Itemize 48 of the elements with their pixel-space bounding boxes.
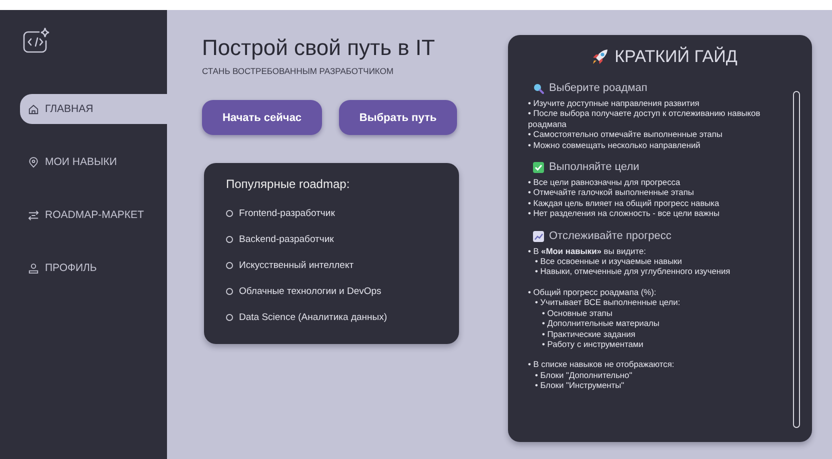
guide-text: • Все цели равнозначны для прогресса (528, 177, 682, 188)
location-pin-icon (28, 156, 39, 168)
action-button[interactable]: Выбрать путь (339, 100, 457, 135)
guide-text: • Блоки "Инструменты" (535, 380, 626, 391)
guide-text: • Нет разделения на сложность - все цели важны (528, 208, 721, 219)
card-title: Популярные roadmap: (226, 177, 351, 191)
guide-text: • Дополнительные материалы (542, 318, 660, 328)
guide-text: • В «Мои навыки» вы видите: (528, 246, 647, 256)
guide-text: • Отмечайте галочкой выполненные этапы (528, 187, 695, 198)
guide-text: • Практические задания (542, 328, 636, 339)
action-button[interactable]: Начать сейчас (202, 100, 322, 135)
roadmap-link[interactable]: Облачные технологии и DevOps (226, 278, 459, 304)
guide-text: • Можно совмещать несколько направлений (528, 140, 702, 150)
roadmap-link[interactable]: Backend-разработчик (226, 226, 459, 252)
section-title: Выберите роадмап (549, 83, 648, 94)
nav-item[interactable]: ROADMAP-МАРКЕТ (20, 200, 167, 230)
guide-text: • В списке навыков не отображаются: (528, 359, 676, 370)
guide-text: • Каждая цель влияет на общий прогресс навыка (528, 198, 720, 208)
section-title: Отслеживайте прогресс (549, 230, 672, 242)
guide-text: • После выбора получаете доступ к отслеживанию навыков роадмапа (528, 108, 762, 130)
home-icon (28, 104, 39, 114)
section-title: Выполняйте цели (549, 162, 640, 173)
roadmap-link[interactable]: Frontend-разработчик (226, 200, 459, 226)
code-logo-icon (22, 26, 52, 54)
checkbox-icon (533, 162, 544, 174)
guide-title: КРАТКИЙ ГАЙД (614, 47, 738, 67)
nav-item[interactable]: ПРОФИЛЬ (20, 253, 167, 283)
roadmap-link[interactable]: Data Science (Аналитика данных) (226, 304, 459, 330)
guide-text: • Изучите доступные направления развития (528, 98, 700, 108)
guide-text: • Работу с инструментами (542, 338, 644, 350)
guide-text: • Общий прогресс роадмапа (%): (528, 286, 658, 298)
nav-item[interactable]: МОИ НАВЫКИ (20, 147, 167, 177)
scrollbar[interactable] (793, 91, 800, 428)
search-icon (533, 83, 544, 94)
route-icon (28, 210, 39, 220)
roadmap-link[interactable]: Искусственный интеллект (226, 252, 459, 278)
chart-icon (533, 230, 544, 242)
nav-item[interactable]: ГЛАВНАЯ (20, 94, 167, 124)
guide-text: • Учитывает ВСЕ выполненные цели: (535, 297, 682, 308)
rocket-icon (590, 48, 609, 66)
page-title: Построй свой путь в IT (202, 35, 436, 61)
guide-text: • Самостоятельно отмечайте выполненные этапы (528, 129, 724, 140)
page-subtitle: СТАНЬ ВОСТРЕБОВАННЫМ РАЗРАБОТЧИКОМ (202, 66, 394, 76)
user-icon (28, 262, 39, 274)
guide-text: • Блоки "Дополнительно" (535, 370, 634, 380)
guide-text: • Все освоенные и изучаемые навыки (535, 256, 683, 266)
guide-text: • Основные этапы (542, 308, 614, 318)
guide-text: • Навыки, отмеченные для углубленного изучения (535, 266, 732, 277)
